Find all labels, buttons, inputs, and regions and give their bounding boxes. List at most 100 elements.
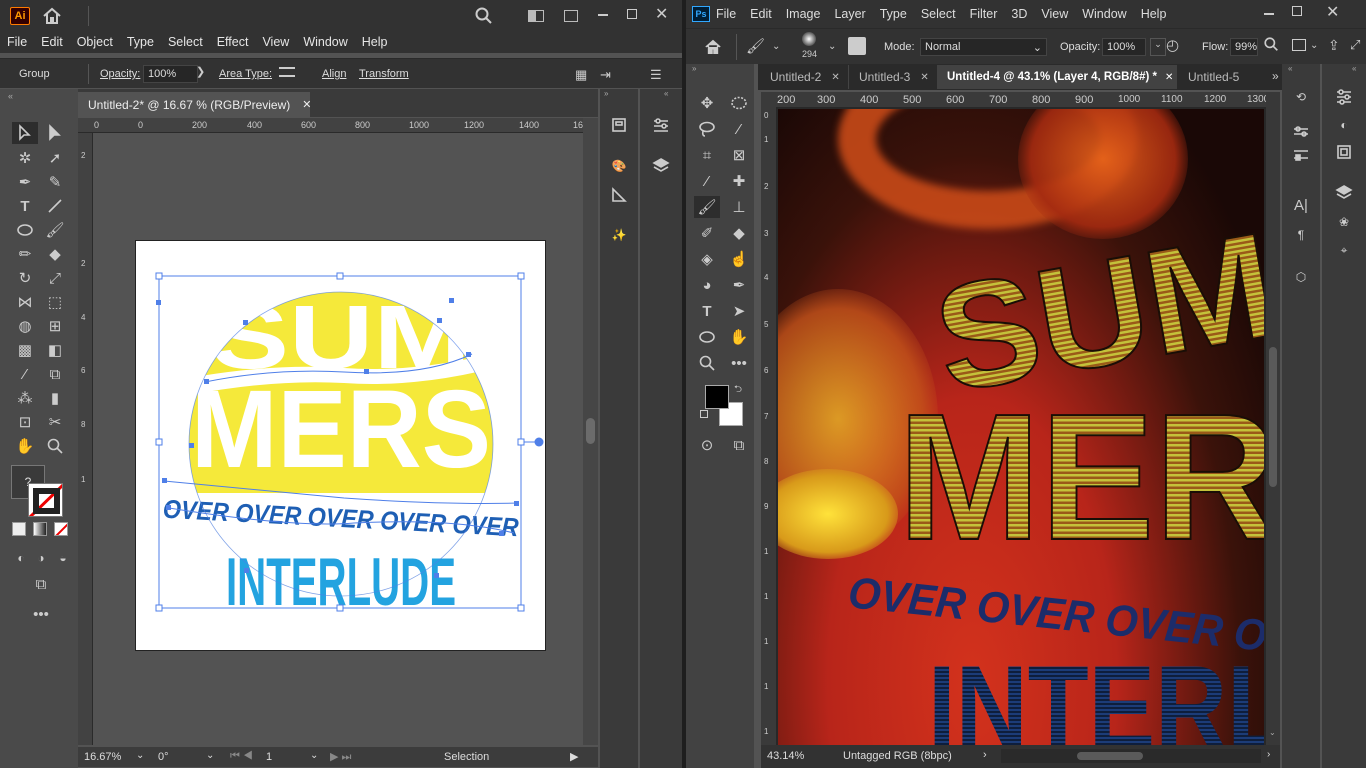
ps-menu-file[interactable]: File [716, 7, 736, 21]
mode-select[interactable]: Normal ⌄ [920, 38, 1047, 56]
ps-tab-untitled-2[interactable]: Untitled-2 ✕ [760, 65, 848, 89]
default-colors-icon[interactable] [700, 410, 708, 418]
ps-ellipse-tool-icon[interactable] [694, 326, 720, 348]
ps-horizontal-scrollbar[interactable] [1001, 749, 1261, 763]
ps-edit-toolbar-icon[interactable]: ••• [726, 352, 752, 374]
ai-vertical-scrollbar[interactable] [583, 118, 598, 745]
swatches-panel-icon[interactable]: ❀ [1333, 211, 1355, 233]
ps-menu-select[interactable]: Select [921, 7, 956, 21]
ps-menu-filter[interactable]: Filter [970, 7, 998, 21]
minimize-button[interactable] [598, 14, 608, 16]
artwork-svg[interactable]: SUM SUM MERS OVER OVER OVER OVER OVER IN… [94, 133, 582, 745]
ps-menu-edit[interactable]: Edit [750, 7, 772, 21]
layers-panel-icon[interactable] [650, 155, 672, 177]
dodge-tool-icon[interactable]: ◕ [694, 274, 720, 296]
ps-menu-type[interactable]: Type [880, 7, 907, 21]
menu-edit[interactable]: Edit [34, 35, 70, 49]
brushes-panel-icon[interactable]: ✨ [608, 224, 630, 246]
flow-field[interactable]: 99% [1230, 38, 1258, 56]
color-mode-icon[interactable] [12, 522, 26, 536]
type-tool-icon[interactable]: T [12, 195, 38, 217]
zoom-tool-icon[interactable] [42, 435, 68, 457]
ps-search-icon[interactable] [1264, 37, 1279, 55]
ps-tab-untitled-5[interactable]: Untitled-5 [1178, 65, 1268, 89]
symbol-sprayer-tool-icon[interactable]: ⁂ [12, 387, 38, 409]
ps-screen-mode-icon[interactable]: ⧉ [726, 434, 752, 456]
direct-selection-tool-icon[interactable] [42, 122, 68, 144]
brush-tip-icon[interactable] [802, 32, 816, 46]
brush-settings-icon[interactable] [848, 37, 866, 55]
ps-eyedropper-icon[interactable]: ⁄ [694, 170, 720, 192]
share-icon[interactable]: ⇪ [1328, 37, 1340, 54]
ps-h-scroll-thumb[interactable] [1077, 752, 1143, 760]
slice-tool-icon[interactable]: ✂ [42, 411, 68, 433]
ps-maximize-button[interactable] [1292, 6, 1302, 16]
draw-inside-icon[interactable]: ◒ [50, 547, 76, 569]
healing-brush-icon[interactable]: ✚ [726, 170, 752, 192]
libraries-panel-icon[interactable] [1333, 141, 1355, 163]
shape-builder-tool-icon[interactable]: ◍ [12, 315, 38, 337]
menu-window[interactable]: Window [296, 35, 354, 49]
selection-tool-icon[interactable] [12, 122, 38, 144]
arrange-documents-icon[interactable] [564, 10, 578, 22]
scale-tool-icon[interactable]: ⤢ [42, 267, 68, 289]
close-button[interactable]: ✕ [655, 4, 668, 24]
path-selection-icon[interactable]: ➤ [726, 300, 752, 322]
transform-link[interactable]: Transform [359, 68, 409, 80]
pressure-opacity-icon[interactable]: ◴ [1166, 36, 1179, 54]
frame-tool-icon[interactable]: ⊠ [726, 144, 752, 166]
align-link[interactable]: Align [322, 68, 346, 80]
adjustments-contrast-icon[interactable]: ◐ [1333, 114, 1355, 136]
hand-tool-icon[interactable]: ✋ [12, 435, 38, 457]
move-tool-icon[interactable]: ✥ [694, 92, 720, 114]
free-transform-tool-icon[interactable]: ⬚ [42, 291, 68, 313]
ps-magic-wand-icon[interactable]: ⁄ [726, 118, 752, 140]
curvature-tool-icon[interactable]: ✎ [42, 171, 68, 193]
home-icon[interactable] [42, 6, 62, 29]
paths-panel-icon[interactable]: ⌖ [1333, 239, 1355, 261]
clone-stamp-icon[interactable]: ⊥ [726, 196, 752, 218]
ps-menu-help[interactable]: Help [1141, 7, 1167, 21]
ps-type-tool-icon[interactable]: T [694, 300, 720, 322]
workspace-icon[interactable] [528, 10, 544, 22]
ai-canvas[interactable]: SUM SUM MERS OVER OVER OVER OVER OVER IN… [94, 133, 582, 745]
column-graph-tool-icon[interactable]: ▮ [42, 387, 68, 409]
search-icon[interactable] [475, 7, 493, 28]
maximize-button[interactable] [627, 9, 637, 19]
smudge-tool-icon[interactable]: ☝ [726, 248, 752, 270]
opacity-arrow-icon[interactable]: ❯ [196, 65, 210, 83]
ai-artboard-number[interactable]: 1 [266, 751, 272, 763]
crop-tool-icon[interactable]: ⌗ [694, 144, 720, 166]
3d-panel-icon[interactable]: ⬡ [1290, 266, 1312, 288]
magic-wand-tool-icon[interactable]: ✲ [12, 147, 38, 169]
channels-panel-icon[interactable] [1290, 144, 1312, 166]
marquee-tool-icon[interactable] [726, 92, 752, 114]
ps-hand-tool-icon[interactable]: ✋ [726, 326, 752, 348]
adjust-panel-icon[interactable] [1333, 86, 1355, 108]
ai-scroll-thumb[interactable] [586, 418, 595, 444]
edit-toolbar-icon[interactable]: ••• [28, 603, 54, 625]
ps-opacity-field[interactable]: 100% [1102, 38, 1146, 56]
menu-help[interactable]: Help [355, 35, 395, 49]
ps-eraser-icon[interactable]: ◆ [726, 222, 752, 244]
ps-menu-3d[interactable]: 3D [1011, 7, 1027, 21]
paintbrush-tool-icon[interactable]: 🖌 [42, 219, 68, 241]
none-mode-icon[interactable] [54, 522, 68, 536]
eraser-tool-icon[interactable]: ◆ [42, 243, 68, 265]
swap-colors-icon[interactable]: ⮌ [734, 382, 742, 399]
ps-home-icon[interactable] [704, 38, 722, 59]
shaper-tool-icon[interactable]: ✏ [12, 243, 38, 265]
character-panel-icon[interactable]: A| [1290, 194, 1312, 216]
blend-tool-icon[interactable]: ⧉ [42, 363, 68, 385]
perspective-grid-tool-icon[interactable]: ⊞ [42, 315, 68, 337]
quick-mask-icon[interactable]: ⊙ [694, 434, 720, 456]
ps-minimize-button[interactable] [1264, 13, 1274, 15]
history-brush-icon[interactable]: ✐ [694, 222, 720, 244]
ps-menu-image[interactable]: Image [786, 7, 821, 21]
rotate-tool-icon[interactable]: ↻ [12, 267, 38, 289]
paragraph-panel-icon[interactable]: ¶ [1290, 224, 1312, 246]
ps-tab-untitled-3[interactable]: Untitled-3 ✕ [848, 65, 936, 89]
ai-zoom-value[interactable]: 16.67% [84, 751, 121, 763]
ps-vertical-scrollbar[interactable]: ⌄ [1266, 92, 1280, 745]
ai-rotation-value[interactable]: 0° [158, 751, 169, 763]
